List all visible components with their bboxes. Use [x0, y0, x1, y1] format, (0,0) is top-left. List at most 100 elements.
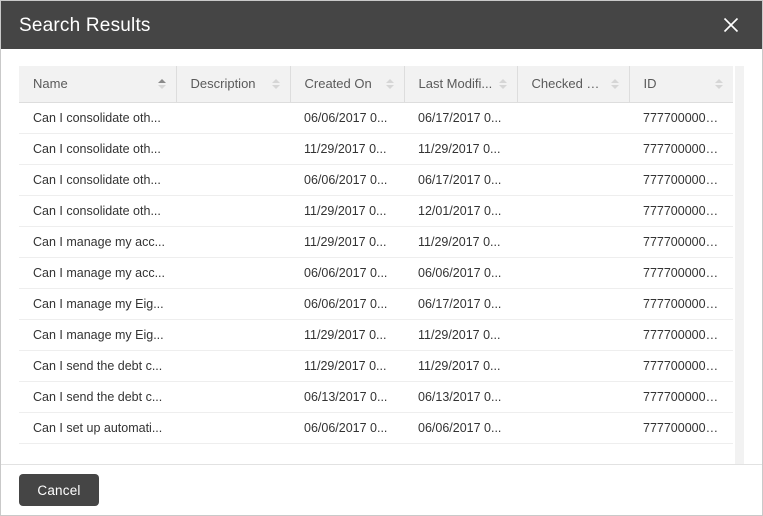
- cell-checked_out: [517, 319, 629, 350]
- column-label-id: ID: [644, 76, 657, 91]
- table-row[interactable]: Can I send the debt c... 06/13/2017 0...0…: [19, 381, 733, 412]
- grid-header-row: Name Description Creat: [19, 66, 733, 102]
- cell-last_modified: 12/01/2017 0...: [404, 195, 517, 226]
- dialog-footer: Cancel: [1, 464, 762, 515]
- cell-created_on: 06/06/2017 0...: [290, 164, 404, 195]
- cell-last_modified: 06/17/2017 0...: [404, 288, 517, 319]
- cell-id: 77770000001...: [629, 350, 733, 381]
- close-icon[interactable]: [714, 8, 748, 42]
- cell-id: 77770000001...: [629, 257, 733, 288]
- column-header-description[interactable]: Description: [176, 66, 290, 102]
- cell-checked_out: [517, 164, 629, 195]
- cell-last_modified: 06/06/2017 0...: [404, 412, 517, 443]
- cell-created_on: 06/06/2017 0...: [290, 288, 404, 319]
- column-header-checked-out[interactable]: Checked O...: [517, 66, 629, 102]
- cell-id: 77770000001...: [629, 412, 733, 443]
- column-label-name: Name: [33, 76, 68, 91]
- column-header-id[interactable]: ID: [629, 66, 733, 102]
- cell-description: [176, 133, 290, 164]
- column-label-created-on: Created On: [305, 76, 372, 91]
- table-row[interactable]: Can I manage my Eig...11/29/2017 0...11/…: [19, 319, 733, 350]
- cell-description: [176, 350, 290, 381]
- cell-description: [176, 412, 290, 443]
- cell-created_on: 11/29/2017 0...: [290, 350, 404, 381]
- cell-last_modified: 06/13/2017 0...: [404, 381, 517, 412]
- table-row[interactable]: Can I manage my acc... 06/06/2017 0...06/…: [19, 257, 733, 288]
- cell-id: 77770000001...: [629, 226, 733, 257]
- cell-name: Can I manage my Eig...: [19, 288, 176, 319]
- cell-name: Can I send the debt c...: [19, 381, 176, 412]
- sort-arrows-icon[interactable]: [715, 79, 723, 89]
- sort-arrows-icon[interactable]: [272, 79, 280, 89]
- search-results-dialog: Search Results: [0, 0, 763, 516]
- cell-id: 77770000001...: [629, 195, 733, 226]
- vertical-scrollbar[interactable]: [733, 66, 746, 464]
- cell-name: Can I consolidate oth...: [19, 133, 176, 164]
- dialog-header: Search Results: [1, 1, 762, 49]
- cell-last_modified: 06/17/2017 0...: [404, 102, 517, 133]
- cell-checked_out: [517, 102, 629, 133]
- cell-name: Can I manage my acc...: [19, 226, 176, 257]
- table-row[interactable]: Can I send the debt c... 11/29/2017 0...1…: [19, 350, 733, 381]
- dialog-body: Name Description Creat: [1, 49, 762, 464]
- column-label-last-modified: Last Modifi...: [419, 76, 493, 91]
- cell-checked_out: [517, 226, 629, 257]
- results-grid-wrapper: Name Description Creat: [19, 66, 746, 464]
- cell-name: Can I send the debt c...: [19, 350, 176, 381]
- column-header-created-on[interactable]: Created On: [290, 66, 404, 102]
- cancel-button[interactable]: Cancel: [19, 474, 99, 506]
- cell-checked_out: [517, 133, 629, 164]
- cell-description: [176, 102, 290, 133]
- cell-id: 77770000001...: [629, 288, 733, 319]
- cell-id: 77770000001...: [629, 102, 733, 133]
- cell-created_on: 11/29/2017 0...: [290, 195, 404, 226]
- scrollbar-track[interactable]: [735, 66, 744, 464]
- cell-id: 77770000001...: [629, 319, 733, 350]
- cell-name: Can I consolidate oth...: [19, 102, 176, 133]
- cell-last_modified: 11/29/2017 0...: [404, 350, 517, 381]
- cell-description: [176, 164, 290, 195]
- cell-name: Can I set up automati...: [19, 412, 176, 443]
- column-header-name[interactable]: Name: [19, 66, 176, 102]
- cell-name: Can I manage my acc...: [19, 257, 176, 288]
- cell-created_on: 06/06/2017 0...: [290, 102, 404, 133]
- sort-arrows-icon[interactable]: [499, 79, 507, 89]
- table-row[interactable]: Can I consolidate oth... 06/06/2017 0...0…: [19, 102, 733, 133]
- table-row[interactable]: Can I manage my acc... 11/29/2017 0...11/…: [19, 226, 733, 257]
- cell-description: [176, 226, 290, 257]
- cell-created_on: 11/29/2017 0...: [290, 226, 404, 257]
- cell-description: [176, 195, 290, 226]
- table-row[interactable]: Can I consolidate oth... 11/29/2017 0...1…: [19, 133, 733, 164]
- cell-created_on: 11/29/2017 0...: [290, 133, 404, 164]
- results-grid: Name Description Creat: [19, 66, 733, 444]
- sort-arrows-icon[interactable]: [158, 79, 166, 89]
- cell-created_on: 06/06/2017 0...: [290, 257, 404, 288]
- cell-description: [176, 288, 290, 319]
- cell-last_modified: 06/17/2017 0...: [404, 164, 517, 195]
- cell-description: [176, 381, 290, 412]
- cell-checked_out: [517, 257, 629, 288]
- cell-created_on: 06/13/2017 0...: [290, 381, 404, 412]
- table-row[interactable]: Can I consolidate oth... 06/06/2017 0...0…: [19, 164, 733, 195]
- cell-last_modified: 06/06/2017 0...: [404, 257, 517, 288]
- column-label-checked-out: Checked O...: [532, 76, 605, 91]
- cell-id: 77770000001...: [629, 381, 733, 412]
- cell-id: 77770000001...: [629, 164, 733, 195]
- cell-description: [176, 319, 290, 350]
- cell-created_on: 06/06/2017 0...: [290, 412, 404, 443]
- cell-last_modified: 11/29/2017 0...: [404, 226, 517, 257]
- cell-checked_out: [517, 288, 629, 319]
- column-label-description: Description: [191, 76, 256, 91]
- table-row[interactable]: Can I consolidate oth...11/29/2017 0...1…: [19, 195, 733, 226]
- cell-name: Can I manage my Eig...: [19, 319, 176, 350]
- cell-checked_out: [517, 412, 629, 443]
- column-header-last-modified[interactable]: Last Modifi...: [404, 66, 517, 102]
- cell-last_modified: 11/29/2017 0...: [404, 133, 517, 164]
- table-row[interactable]: Can I manage my Eig... 06/06/2017 0...06/…: [19, 288, 733, 319]
- table-row[interactable]: Can I set up automati... 06/06/2017 0...0…: [19, 412, 733, 443]
- cell-name: Can I consolidate oth...: [19, 164, 176, 195]
- cell-checked_out: [517, 195, 629, 226]
- sort-arrows-icon[interactable]: [611, 79, 619, 89]
- sort-arrows-icon[interactable]: [386, 79, 394, 89]
- cell-id: 77770000001...: [629, 133, 733, 164]
